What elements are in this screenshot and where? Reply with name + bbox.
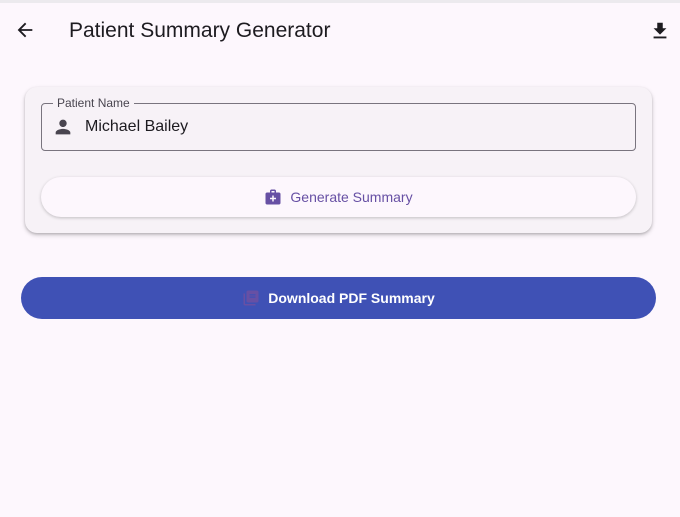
page-title: Patient Summary Generator bbox=[69, 19, 331, 42]
patient-form-card: Patient Name Generate Summary bbox=[25, 87, 652, 233]
download-action-button[interactable] bbox=[646, 17, 674, 45]
generate-summary-button[interactable]: Generate Summary bbox=[41, 177, 636, 217]
medical-bag-icon bbox=[264, 188, 282, 206]
arrow-back-icon bbox=[17, 22, 33, 38]
generate-summary-label: Generate Summary bbox=[290, 189, 413, 205]
download-pdf-button[interactable]: Download PDF Summary bbox=[21, 277, 656, 319]
picture-as-pdf-icon bbox=[242, 289, 260, 307]
person-icon bbox=[52, 116, 74, 138]
app-bar: Patient Summary Generator bbox=[0, 3, 680, 59]
back-button[interactable] bbox=[10, 15, 40, 45]
patient-name-field[interactable]: Patient Name bbox=[41, 95, 636, 151]
patient-name-input[interactable] bbox=[85, 104, 625, 150]
download-icon bbox=[653, 22, 667, 39]
download-pdf-label: Download PDF Summary bbox=[268, 290, 435, 306]
